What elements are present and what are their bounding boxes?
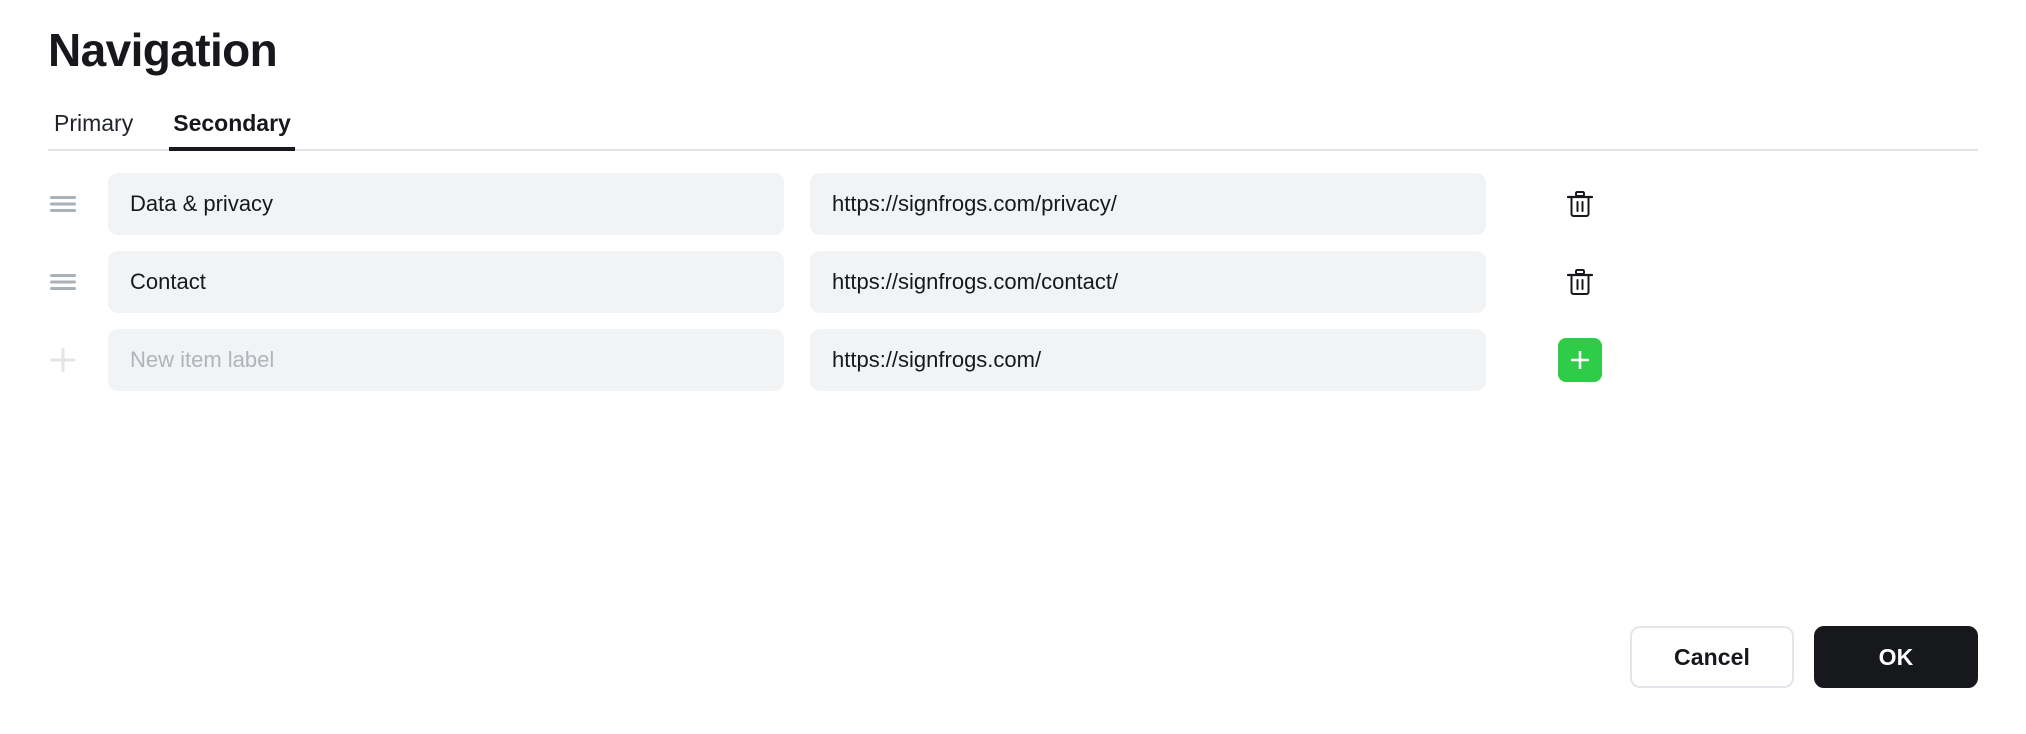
drag-handle-icon[interactable] xyxy=(48,173,92,235)
drag-handle-icon[interactable] xyxy=(48,251,92,313)
nav-item-url-input[interactable] xyxy=(810,172,1486,235)
navigation-dialog: Navigation Primary Secondary Data & priv… xyxy=(0,0,2026,734)
delete-item-button[interactable] xyxy=(1558,260,1602,304)
row-action-cell xyxy=(1506,251,1654,313)
row-action-cell xyxy=(1506,173,1654,235)
nav-item-new-row xyxy=(48,328,1978,391)
new-item-label-input[interactable] xyxy=(108,328,784,391)
cancel-button[interactable]: Cancel xyxy=(1630,626,1794,688)
row-action-cell xyxy=(1506,329,1654,391)
nav-item-label-input[interactable] xyxy=(108,172,784,235)
plus-icon xyxy=(1571,350,1589,369)
nav-item-row xyxy=(48,172,1978,235)
delete-item-button[interactable] xyxy=(1558,182,1602,226)
nav-item-label-input[interactable] xyxy=(108,250,784,313)
page-title: Navigation xyxy=(48,24,278,76)
tab-bar: Primary Secondary xyxy=(48,103,1978,151)
nav-item-row xyxy=(48,250,1978,313)
navigation-items-list xyxy=(48,172,1978,391)
ok-button[interactable]: OK xyxy=(1814,626,1978,688)
new-item-url-input[interactable] xyxy=(810,328,1486,391)
dialog-footer: Cancel OK xyxy=(1630,626,1978,688)
add-item-button[interactable] xyxy=(1558,337,1602,382)
tab-secondary[interactable]: Secondary xyxy=(169,111,295,151)
plus-icon[interactable] xyxy=(48,329,92,391)
tab-primary[interactable]: Primary xyxy=(50,111,137,149)
nav-item-url-input[interactable] xyxy=(810,250,1486,313)
